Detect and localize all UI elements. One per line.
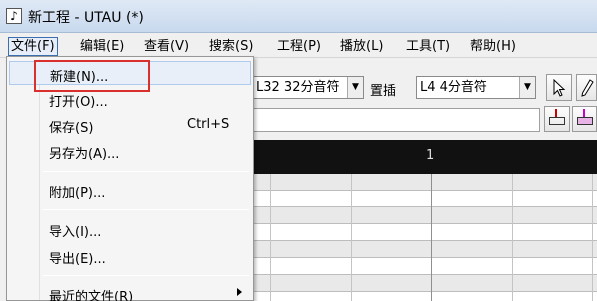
insert-length-select[interactable]: L4 4分音符 ▼ <box>416 76 536 99</box>
menu-item-import[interactable]: 导入(I)... <box>9 217 251 241</box>
menu-item-save[interactable]: 保存(S) Ctrl+S <box>9 113 251 137</box>
add-note-button[interactable] <box>572 106 597 132</box>
insert-label: 置插 <box>370 84 397 99</box>
menu-playback[interactable]: 播放(L) <box>338 37 385 56</box>
menu-item-label: 附加(P)... <box>49 186 106 201</box>
chevron-down-icon[interactable]: ▼ <box>347 77 363 98</box>
menu-separator <box>43 171 249 172</box>
pencil-icon <box>580 79 594 97</box>
music-note-icon: ♪ <box>6 8 22 24</box>
note-grid[interactable] <box>250 174 597 301</box>
pencil-tool-button[interactable] <box>576 74 597 101</box>
shortcut-label: Ctrl+S <box>187 117 230 132</box>
file-menu-dropdown: 新建(N)... 打开(O)... 保存(S) Ctrl+S 另存为(A)...… <box>6 56 254 301</box>
menu-view[interactable]: 查看(V) <box>142 37 191 56</box>
menu-item-label: 保存(S) <box>49 121 94 136</box>
piano-roll[interactable]: 1 <box>250 140 597 301</box>
menu-item-recent-files[interactable]: 最近的文件(R) <box>9 282 251 301</box>
insert-note-button[interactable] <box>544 106 570 132</box>
title-bar: ♪ 新工程 - UTAU (*) <box>0 0 597 33</box>
chevron-down-icon[interactable]: ▼ <box>519 77 535 98</box>
submenu-arrow-icon <box>237 288 242 296</box>
menu-file[interactable]: 文件(F) <box>8 37 58 56</box>
add-note-icon <box>577 117 593 125</box>
note-length-value: L32 32分音符 <box>256 80 340 95</box>
cursor-arrow-icon <box>553 78 566 97</box>
lyric-input-strip[interactable] <box>250 108 540 132</box>
menu-help[interactable]: 帮助(H) <box>468 37 518 56</box>
menu-item-export[interactable]: 导出(E)... <box>9 244 251 268</box>
menu-item-label: 另存为(A)... <box>49 147 120 162</box>
insert-length-value: L4 4分音符 <box>420 80 487 95</box>
menu-bar: 文件(F) 编辑(E) 查看(V) 搜索(S) 工程(P) 播放(L) 工具(T… <box>0 34 597 58</box>
menu-separator <box>43 275 249 276</box>
pointer-tool-button[interactable] <box>546 74 572 101</box>
menu-project[interactable]: 工程(P) <box>275 37 323 56</box>
menu-item-label: 导出(E)... <box>49 252 106 267</box>
menu-item-append[interactable]: 附加(P)... <box>9 178 251 202</box>
menu-item-label: 打开(O)... <box>49 95 108 110</box>
measure-ruler[interactable]: 1 <box>250 140 597 174</box>
annotation-highlight-box <box>34 60 150 92</box>
menu-item-label: 导入(I)... <box>49 225 102 240</box>
menu-search[interactable]: 搜索(S) <box>207 37 255 56</box>
menu-separator <box>43 209 249 210</box>
menu-tools[interactable]: 工具(T) <box>404 37 452 56</box>
measure-number: 1 <box>426 148 435 163</box>
menu-edit[interactable]: 编辑(E) <box>78 37 126 56</box>
insert-note-icon <box>549 117 565 125</box>
toolbar: L32 32分音符 ▼ 置插 L4 4分音符 ▼ <box>250 72 597 106</box>
menu-item-save-as[interactable]: 另存为(A)... <box>9 139 251 163</box>
menu-item-label: 最近的文件(R) <box>49 290 134 301</box>
window-title: 新工程 - UTAU (*) <box>28 10 144 26</box>
note-length-select[interactable]: L32 32分音符 ▼ <box>252 76 364 99</box>
